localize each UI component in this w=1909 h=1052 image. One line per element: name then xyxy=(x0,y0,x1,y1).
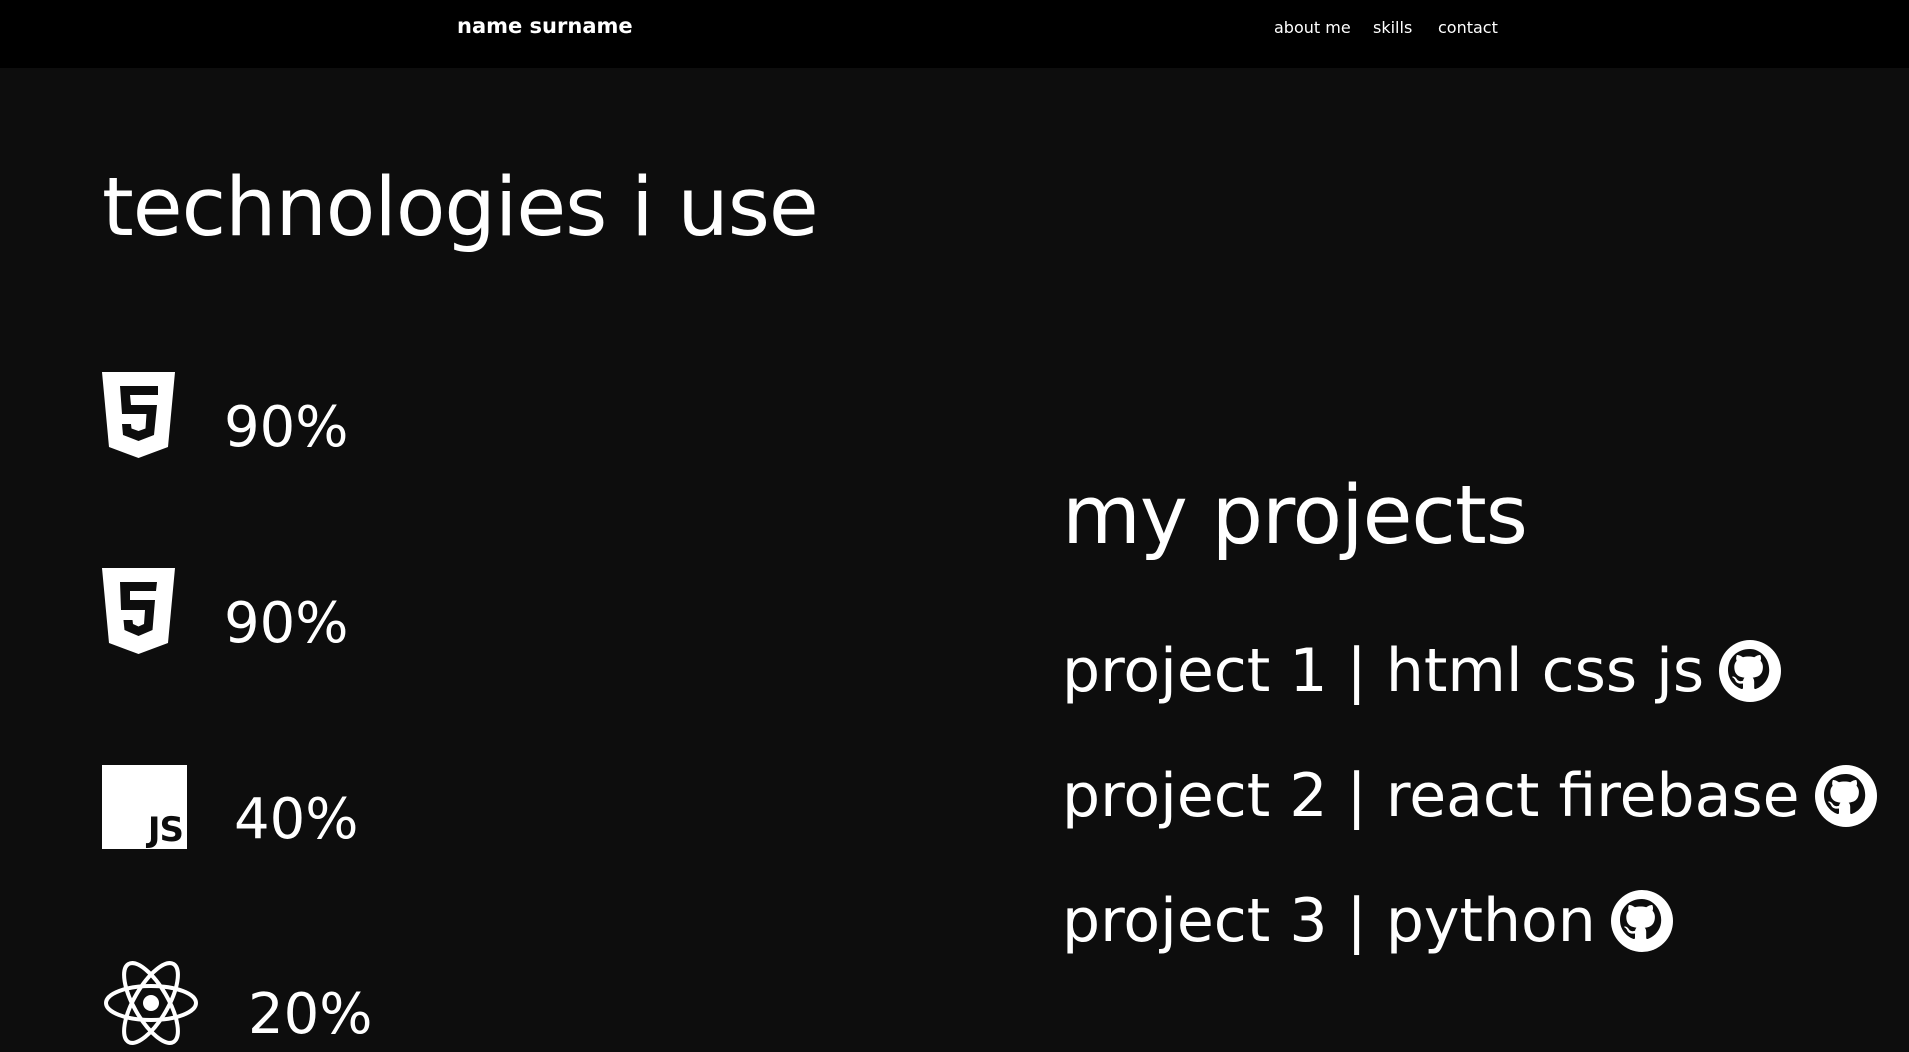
project-item: project 2 | react firebase xyxy=(1062,761,1878,831)
github-icon[interactable] xyxy=(1610,889,1674,953)
nav-link-skills[interactable]: skills xyxy=(1373,18,1412,37)
javascript-percent: 40% xyxy=(234,787,359,852)
project-item: project 1 | html css js xyxy=(1062,636,1782,706)
javascript-badge-text: JS xyxy=(147,810,184,850)
project-label: project 2 | react firebase xyxy=(1062,761,1800,831)
nav-link-contact[interactable]: contact xyxy=(1438,18,1498,37)
brand-name[interactable]: name surname xyxy=(457,14,633,38)
top-navbar: name surname about me skills contact xyxy=(0,0,1909,68)
html5-percent: 90% xyxy=(224,395,349,460)
project-item: project 3 | python xyxy=(1062,886,1674,956)
react-percent: 20% xyxy=(248,982,373,1047)
css3-percent: 90% xyxy=(224,591,349,656)
nav-link-about[interactable]: about me xyxy=(1274,18,1351,37)
react-icon xyxy=(102,960,200,1050)
project-label: project 3 | python xyxy=(1062,886,1596,956)
css3-icon xyxy=(102,568,175,658)
project-label: project 1 | html css js xyxy=(1062,636,1705,706)
html5-icon xyxy=(102,372,175,462)
github-icon[interactable] xyxy=(1814,764,1878,828)
technologies-heading: technologies i use xyxy=(102,161,819,255)
javascript-icon: JS xyxy=(102,765,187,849)
github-icon[interactable] xyxy=(1718,639,1782,703)
projects-heading: my projects xyxy=(1062,469,1528,563)
